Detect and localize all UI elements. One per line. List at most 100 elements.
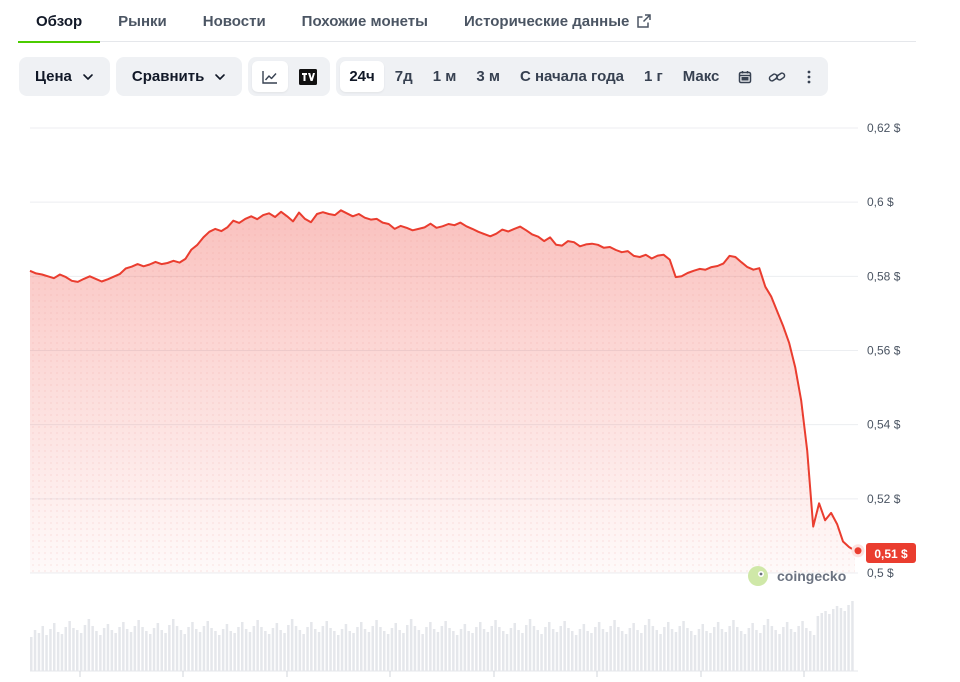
volume-bar <box>536 630 539 671</box>
volume-bar <box>102 628 106 671</box>
calendar-icon <box>739 70 752 83</box>
tab-label: Обзор <box>36 12 83 30</box>
volume-bar <box>287 625 290 671</box>
range-button-6[interactable]: Макс <box>674 61 729 92</box>
volume-bar <box>390 628 394 671</box>
link-button[interactable] <box>762 61 792 92</box>
volume-bar <box>705 631 708 671</box>
volume-bar <box>640 633 643 671</box>
volume-bar <box>91 626 94 671</box>
volume-bar <box>567 628 570 671</box>
volume-bar <box>586 631 589 671</box>
volume-bar <box>149 634 152 671</box>
volume-bar <box>521 633 524 671</box>
volume-bar <box>762 625 766 671</box>
volume-bar <box>79 633 83 671</box>
volume-bar <box>394 623 397 671</box>
volume-bar <box>221 629 225 671</box>
volume-bar <box>429 622 432 671</box>
range-button-1[interactable]: 7д <box>386 61 422 92</box>
tab-label: Новости <box>202 12 266 30</box>
tab-2[interactable]: Новости <box>185 0 284 42</box>
volume-bar <box>333 631 336 671</box>
volume-bar <box>816 616 820 671</box>
line-chart-icon <box>262 70 278 84</box>
y-axis-labels: 0,62 $ 0,6 $ 0,58 $ 0,56 $ 0,54 $ 0,52 $ 0,5 $ <box>867 121 901 580</box>
volume-bar <box>720 629 724 671</box>
volume-bar <box>383 631 386 671</box>
volume-bar <box>624 634 628 671</box>
volume-bar <box>693 635 697 671</box>
volume-bar <box>498 627 501 671</box>
range-button-5[interactable]: 1 г <box>635 61 672 92</box>
y-tick-label: 0,54 $ <box>867 418 901 432</box>
volume-bar <box>352 633 355 671</box>
range-button-0[interactable]: 24ч <box>340 61 384 92</box>
more-button[interactable] <box>794 61 824 92</box>
volume-bar <box>375 620 378 671</box>
compare-dropdown-label: Сравнить <box>131 68 205 85</box>
coingecko-watermark: coingecko <box>748 566 846 586</box>
volume-bar <box>571 631 574 671</box>
volume-bar <box>202 626 206 671</box>
volume-bar <box>60 634 64 671</box>
volume-bar <box>716 622 720 671</box>
volume-bar <box>563 621 566 671</box>
volume-bar <box>340 629 344 671</box>
range-button-4[interactable]: С начала года <box>511 61 633 92</box>
volume-bar <box>809 631 812 671</box>
volume-bar <box>229 631 232 671</box>
tradingview-button[interactable] <box>290 61 326 92</box>
volume-bar <box>260 627 263 671</box>
volume-bar <box>663 627 666 671</box>
chevron-down-icon <box>215 73 226 80</box>
tab-4[interactable]: Исторические данные <box>446 0 669 42</box>
volume-bar <box>244 629 248 671</box>
volume-bar <box>528 619 532 671</box>
volume-bar <box>195 629 198 671</box>
line-chart-button[interactable] <box>252 61 289 92</box>
volume-bar <box>851 601 854 671</box>
volume-bar <box>168 625 171 671</box>
volume-bar <box>609 626 612 671</box>
volume-bar <box>30 637 33 671</box>
volume-bar <box>490 626 493 671</box>
volume-bar <box>314 629 317 671</box>
volume-bar <box>620 631 624 671</box>
range-button-3[interactable]: 3 м <box>467 61 509 92</box>
volume-bar <box>494 620 497 671</box>
volume-bar <box>835 606 839 671</box>
coingecko-logo-icon <box>748 566 768 586</box>
time-range-group: 24ч 7д 1 м3 мС начала года 1 г Макс <box>336 57 829 96</box>
volume-bar <box>64 627 67 671</box>
volume-bar <box>766 619 770 671</box>
volume-bar <box>551 629 555 671</box>
volume-bar <box>678 626 681 671</box>
volume-bar <box>628 628 632 671</box>
calendar-button[interactable] <box>730 61 760 92</box>
volume-bar <box>145 631 148 671</box>
volume-bar <box>160 630 163 671</box>
volume-bar <box>805 628 808 671</box>
tab-3[interactable]: Похожие монеты <box>284 0 446 42</box>
range-button-2[interactable]: 1 м <box>424 61 466 92</box>
volume-bar <box>724 632 727 671</box>
volume-bar <box>241 622 244 671</box>
volume-bar <box>597 622 601 671</box>
volume-bar <box>183 634 186 671</box>
compare-dropdown-button[interactable]: Сравнить <box>115 57 243 96</box>
volume-bar <box>294 626 298 671</box>
price-dropdown-button[interactable]: Цена <box>19 57 110 96</box>
volume-bar <box>214 631 217 671</box>
chevron-down-icon <box>83 73 93 80</box>
volume-bar <box>237 627 240 671</box>
volume-bar <box>264 631 267 671</box>
more-icon <box>807 70 811 83</box>
tab-0[interactable]: Обзор <box>18 0 101 43</box>
current-price-label: 0,51 $ <box>874 547 908 561</box>
volume-bar <box>118 627 121 671</box>
volume-bar <box>56 632 60 671</box>
tab-1[interactable]: Рынки <box>100 0 185 42</box>
volume-bar <box>141 627 144 671</box>
volume-bar <box>45 635 48 671</box>
